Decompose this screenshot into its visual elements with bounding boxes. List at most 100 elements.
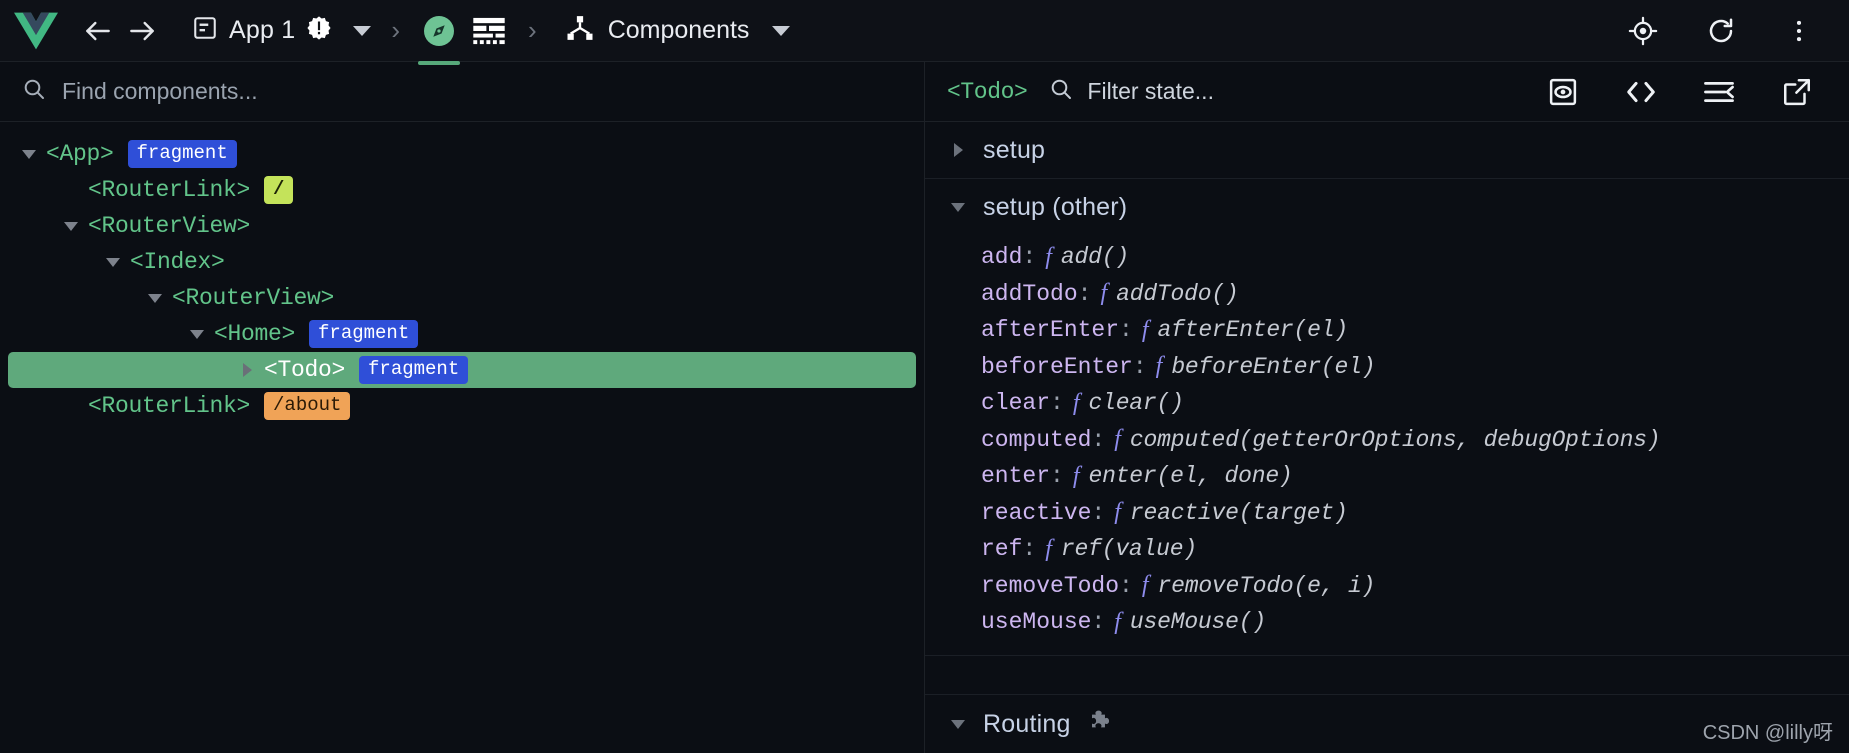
back-arrow-icon[interactable] <box>76 9 120 53</box>
state-property-row[interactable]: clear: f clear() <box>925 385 1849 422</box>
property-key: clear <box>981 390 1051 417</box>
component-search-bar <box>0 62 924 122</box>
watermark: CSDN @lilly呀 <box>1702 722 1833 744</box>
state-property-row[interactable]: removeTodo: f removeTodo(e, i) <box>925 568 1849 605</box>
function-marker: f <box>1155 353 1163 380</box>
state-property-row[interactable]: addTodo: f addTodo() <box>925 276 1849 313</box>
chevron-down-icon <box>353 25 372 36</box>
property-key: removeTodo <box>981 572 1120 599</box>
property-colon: : <box>1132 353 1147 380</box>
tree-node-label: <App> <box>46 141 114 167</box>
function-marker: f <box>1114 608 1121 635</box>
function-signature: removeTodo(e, i) <box>1157 572 1376 599</box>
function-signature: ref(value) <box>1060 536 1197 563</box>
state-groups: setup setup (other) add: f add() addTodo: f add… <box>925 122 1849 694</box>
caret-expanded-icon[interactable] <box>18 149 40 159</box>
function-signature: afterEnter(el) <box>1157 317 1349 344</box>
function-signature: clear() <box>1088 390 1184 417</box>
app-selector[interactable]: App 1 <box>186 11 377 50</box>
tree-node-label: <Home> <box>214 321 296 347</box>
tree-row[interactable]: <RouterLink> /about <box>0 388 924 424</box>
property-key: afterEnter <box>981 317 1120 344</box>
state-property-row[interactable]: useMouse: f useMouse() <box>925 604 1849 641</box>
state-property-row[interactable]: beforeEnter: f beforeEnter(el) <box>925 349 1849 386</box>
state-group-header[interactable]: setup (other) <box>925 179 1849 235</box>
state-header: <Todo> <box>925 62 1849 122</box>
view-selector[interactable]: Components <box>559 9 797 52</box>
caret-expanded-icon[interactable] <box>186 329 208 339</box>
breadcrumb-separator: › <box>391 15 401 45</box>
function-marker: f <box>1141 572 1149 599</box>
vue-devtools-window: App 1 › › Components Find components... … <box>0 0 1849 753</box>
search-input[interactable] <box>62 78 902 105</box>
function-signature: add() <box>1060 244 1129 271</box>
property-colon: : <box>1119 572 1133 599</box>
property-key: enter <box>981 463 1051 490</box>
routing-title: Routing <box>983 709 1071 738</box>
tree-node-badge: /about <box>264 391 351 421</box>
tree-node-label: <Todo> <box>264 357 346 383</box>
property-colon: : <box>1050 463 1064 490</box>
state-property-row[interactable]: reactive: f reactive(target) <box>925 495 1849 532</box>
collapse-all-icon[interactable] <box>1697 70 1741 114</box>
open-external-icon[interactable] <box>1775 70 1819 114</box>
forward-arrow-icon[interactable] <box>120 9 164 53</box>
caret-collapsed-icon[interactable] <box>949 143 967 157</box>
caret-expanded-icon[interactable] <box>949 202 967 212</box>
tree-node-label: <Index> <box>130 249 225 275</box>
function-signature: reactive(target) <box>1129 499 1348 526</box>
caret-expanded-icon[interactable] <box>144 293 166 303</box>
state-filter-input[interactable] <box>1087 78 1527 105</box>
function-signature: useMouse() <box>1129 609 1266 636</box>
tree-row[interactable]: <App> fragment <box>0 136 924 172</box>
tree-row[interactable]: <RouterView> <box>0 280 924 316</box>
function-marker: f <box>1072 462 1080 489</box>
refresh-icon[interactable] <box>1699 9 1743 53</box>
property-key: addTodo <box>981 280 1078 307</box>
search-icon <box>22 77 46 106</box>
open-source-code-icon[interactable] <box>1619 70 1663 114</box>
tab-compass-icon[interactable] <box>414 6 464 65</box>
main-body: <App> fragment <RouterLink> / <RouterView> <I… <box>0 62 1849 753</box>
property-key: reactive <box>981 499 1092 526</box>
alert-badge-icon <box>306 15 332 46</box>
document-icon <box>192 15 218 46</box>
property-key: beforeEnter <box>981 353 1133 380</box>
tree-row[interactable]: <RouterLink> / <box>0 172 924 208</box>
caret-collapsed-icon[interactable] <box>236 363 258 377</box>
component-tree: <App> fragment <RouterLink> / <RouterView> <I… <box>0 122 924 753</box>
function-marker: f <box>1100 280 1108 307</box>
tree-row[interactable]: <Home> fragment <box>0 316 924 352</box>
component-tree-pane: <App> fragment <RouterLink> / <RouterView> <I… <box>0 62 925 753</box>
toolbar-right-group <box>1621 9 1827 53</box>
caret-expanded-icon[interactable] <box>102 257 124 267</box>
caret-expanded-icon[interactable] <box>60 221 82 231</box>
tree-node-label: <RouterLink> <box>88 393 251 419</box>
target-inspect-icon[interactable] <box>1621 9 1665 53</box>
state-inspector-pane: <Todo> Filter state... setup setup (othe… <box>925 62 1849 753</box>
function-marker: f <box>1045 243 1052 270</box>
tree-row[interactable]: <Todo> fragment <box>8 352 916 388</box>
state-property-row[interactable]: ref: f ref(value) <box>925 531 1849 568</box>
function-marker: f <box>1072 389 1080 416</box>
tree-row[interactable]: <RouterView> <box>0 208 924 244</box>
function-marker: f <box>1045 535 1052 562</box>
state-group-header[interactable]: setup <box>925 122 1849 178</box>
inspect-dom-icon[interactable] <box>1541 70 1585 114</box>
more-vertical-icon[interactable] <box>1777 9 1821 53</box>
routing-caret-icon[interactable] <box>949 719 967 729</box>
tree-row[interactable]: <Index> <box>0 244 924 280</box>
state-property-row[interactable]: computed: f computed(getterOrOptions, debu… <box>925 422 1849 459</box>
state-group-title: setup <box>983 135 1046 164</box>
state-property-row[interactable]: afterEnter: f afterEnter(el) <box>925 312 1849 349</box>
function-marker: f <box>1114 426 1121 453</box>
state-property-row[interactable]: add: f add() <box>925 239 1849 276</box>
property-colon: : <box>1091 426 1106 453</box>
state-group-title: setup (other) <box>983 192 1128 221</box>
tab-timeline-grid-icon[interactable] <box>464 6 514 56</box>
state-property-row[interactable]: enter: f enter(el, done) <box>925 458 1849 495</box>
property-colon: : <box>1077 280 1092 307</box>
puzzle-piece-icon <box>1087 708 1115 741</box>
state-filter-wrap <box>1049 77 1527 106</box>
chevron-down-icon-2 <box>772 25 791 36</box>
